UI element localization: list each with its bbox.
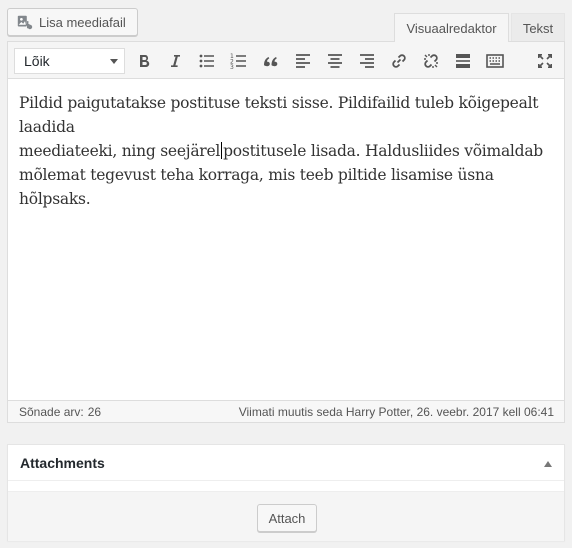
blockquote-icon	[264, 57, 278, 67]
tab-text-editor[interactable]: Tekst	[511, 13, 565, 42]
format-select-value: Lõik	[24, 53, 50, 69]
editor-container: Lõik 123 Pildid paigutatakse postituse t…	[7, 41, 565, 423]
format-select[interactable]: Lõik	[14, 48, 125, 74]
add-media-label: Lisa meediafail	[39, 14, 126, 30]
align-center-icon	[328, 54, 342, 68]
italic-icon	[171, 55, 180, 67]
fullscreen-icon	[538, 54, 552, 68]
word-count: Sõnade arv: 26	[19, 405, 101, 419]
attachments-box: Attachments Attach	[7, 444, 565, 541]
numbered-list-button[interactable]: 123	[226, 48, 252, 74]
link-button[interactable]	[386, 48, 412, 74]
content-line-2-start: meediateeki, ning seejärel	[19, 142, 221, 160]
read-more-icon	[456, 54, 470, 68]
bullet-list-button[interactable]	[194, 48, 220, 74]
editor-statusbar: Sõnade arv: 26 Viimati muutis seda Harry …	[8, 400, 564, 422]
align-right-button[interactable]	[354, 48, 380, 74]
content-line-3: mõlemat tegevust teha korraga, mis teeb …	[19, 166, 494, 208]
toolbar-toggle-button[interactable]	[482, 48, 508, 74]
bold-button[interactable]	[131, 48, 157, 74]
editor-toolbar: Lõik 123	[8, 42, 564, 79]
italic-button[interactable]	[162, 48, 188, 74]
svg-text:3: 3	[230, 64, 234, 71]
align-right-icon	[360, 54, 374, 68]
link-icon	[392, 54, 406, 68]
numbered-list-icon: 123	[230, 53, 246, 71]
word-count-value: 26	[87, 405, 102, 419]
bold-icon	[140, 55, 150, 68]
blockquote-button[interactable]	[258, 48, 284, 74]
align-center-button[interactable]	[322, 48, 348, 74]
toolbar-toggle-icon	[486, 54, 504, 68]
attachments-list	[8, 481, 564, 491]
editor-content[interactable]: Pildid paigutatakse postituse teksti sis…	[19, 91, 559, 211]
text-cursor	[221, 142, 223, 159]
attachments-footer: Attach	[8, 491, 564, 541]
last-modified: Viimati muutis seda Harry Potter, 26. ve…	[238, 405, 554, 419]
chevron-down-icon	[110, 59, 118, 64]
content-line-2: meediateeki, ning seejärel postitusele li…	[19, 139, 559, 163]
align-left-button[interactable]	[290, 48, 316, 74]
add-media-icon	[16, 13, 34, 31]
read-more-button[interactable]	[450, 48, 476, 74]
word-count-label: Sõnade arv:	[19, 405, 84, 419]
bullet-list-icon	[199, 54, 214, 68]
fullscreen-button[interactable]	[532, 48, 558, 74]
add-media-button[interactable]: Lisa meediafail	[7, 8, 138, 36]
unlink-icon	[424, 54, 438, 68]
align-left-icon	[296, 54, 310, 68]
collapse-toggle-icon[interactable]	[544, 461, 552, 467]
tab-visual-editor[interactable]: Visuaalredaktor	[394, 13, 509, 42]
attachments-title: Attachments	[20, 455, 105, 471]
attach-button[interactable]: Attach	[257, 504, 317, 532]
content-line-1: Pildid paigutatakse postituse teksti sis…	[19, 94, 539, 136]
content-line-2-end: postitusele lisada. Haldusliides võimald…	[223, 142, 543, 160]
unlink-button[interactable]	[418, 48, 444, 74]
